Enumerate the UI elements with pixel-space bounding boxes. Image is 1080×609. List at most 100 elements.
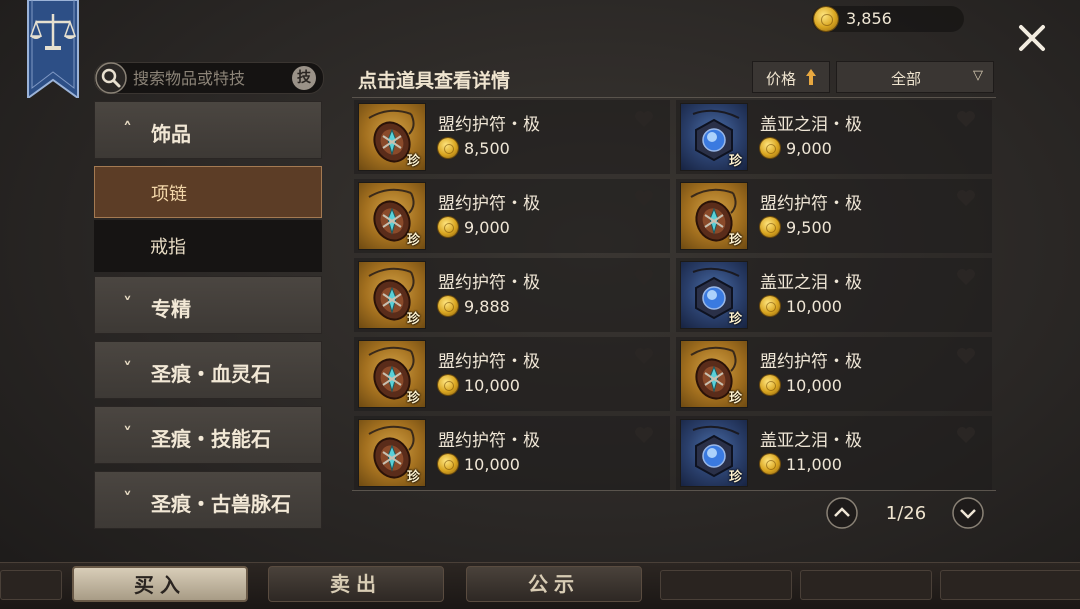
subcategory-label: 项链 <box>151 184 187 205</box>
tab-notice[interactable]: 公示 <box>466 566 642 602</box>
divider <box>352 490 996 491</box>
item-name: 盖亚之泪・极 <box>760 115 862 135</box>
filter-dropdown[interactable]: 全部 ▽ <box>836 61 994 93</box>
blue-gem-icon: 珍 <box>680 103 748 171</box>
item-listing[interactable]: 珍 盟约护符・极 10,000 <box>676 337 992 411</box>
blue-gem-icon: 珍 <box>680 261 748 329</box>
rarity-badge: 珍 <box>729 154 743 169</box>
heart-icon[interactable] <box>956 268 976 286</box>
item-listing[interactable]: 珍 盟约护符・极 9,888 <box>354 258 670 332</box>
item-price: 9,000 <box>786 139 832 158</box>
sort-price-button[interactable]: 价格 <box>752 61 830 93</box>
item-name: 盟约护符・极 <box>760 194 862 214</box>
tab-sell[interactable]: 卖出 <box>268 566 444 602</box>
item-name: 盟约护符・极 <box>438 352 540 372</box>
skill-search-button[interactable]: 技 <box>292 66 316 90</box>
item-name: 盖亚之泪・极 <box>760 431 862 451</box>
gold-coin-icon <box>438 138 458 158</box>
item-price: 10,000 <box>786 297 842 316</box>
category-stigma-skill-stone[interactable]: ˅ 圣痕・技能石 <box>94 406 322 464</box>
item-listing[interactable]: 珍 盖亚之泪・极 9,000 <box>676 100 992 174</box>
heart-icon[interactable] <box>634 110 654 128</box>
heart-icon[interactable] <box>956 426 976 444</box>
rarity-badge: 珍 <box>729 312 743 327</box>
gold-coin-icon <box>760 217 780 237</box>
rarity-badge: 珍 <box>729 470 743 485</box>
rarity-badge: 珍 <box>407 312 421 327</box>
gold-coin-icon <box>438 454 458 474</box>
amulet-icon: 珍 <box>358 103 426 171</box>
subcategory-label: 戒指 <box>150 237 186 258</box>
gold-coin-icon <box>438 217 458 237</box>
heart-icon[interactable] <box>956 189 976 207</box>
item-listing[interactable]: 珍 盟约护符・极 9,000 <box>354 179 670 253</box>
rarity-badge: 珍 <box>407 391 421 406</box>
rarity-badge: 珍 <box>407 470 421 485</box>
category-label: 圣痕・血灵石 <box>151 362 271 386</box>
heart-icon[interactable] <box>956 110 976 128</box>
page-up-button[interactable] <box>826 497 858 529</box>
amulet-icon: 珍 <box>358 419 426 487</box>
amulet-icon: 珍 <box>358 182 426 250</box>
item-price: 10,000 <box>464 376 520 395</box>
heart-icon[interactable] <box>956 347 976 365</box>
item-listing[interactable]: 珍 盟约护符・极 10,000 <box>354 337 670 411</box>
search-input[interactable] <box>133 68 283 88</box>
item-listing[interactable]: 珍 盟约护符・极 10,000 <box>354 416 670 490</box>
ornament-decoration <box>660 570 792 600</box>
heart-icon[interactable] <box>634 189 654 207</box>
category-stigma-blood-stone[interactable]: ˅ 圣痕・血灵石 <box>94 341 322 399</box>
subcategory-necklace[interactable]: 项链 <box>94 166 322 218</box>
gold-coin-icon <box>438 375 458 395</box>
gold-coin-icon <box>760 454 780 474</box>
category-label: 饰品 <box>151 122 191 146</box>
chevron-down-icon: ˅ <box>123 489 132 510</box>
item-listing[interactable]: 珍 盖亚之泪・极 11,000 <box>676 416 992 490</box>
item-price: 10,000 <box>464 455 520 474</box>
item-name: 盟约护符・极 <box>438 194 540 214</box>
heart-icon[interactable] <box>634 268 654 286</box>
category-label: 专精 <box>151 297 191 321</box>
search-bar: 技 <box>94 62 324 94</box>
item-price: 9,888 <box>464 297 510 316</box>
filter-label: 全部 <box>891 70 922 88</box>
scales-banner-icon <box>27 0 79 98</box>
tab-buy[interactable]: 买入 <box>72 566 248 602</box>
rarity-badge: 珍 <box>407 233 421 248</box>
rarity-badge: 珍 <box>407 154 421 169</box>
amulet-icon: 珍 <box>680 182 748 250</box>
heart-icon[interactable] <box>634 426 654 444</box>
currency-amount: 3,856 <box>846 9 892 28</box>
divider <box>352 97 996 98</box>
category-stigma-beast-stone[interactable]: ˅ 圣痕・古兽脉石 <box>94 471 322 529</box>
item-name: 盖亚之泪・极 <box>760 273 862 293</box>
item-listing[interactable]: 珍 盟约护符・极 8,500 <box>354 100 670 174</box>
close-icon[interactable] <box>1016 22 1048 54</box>
item-listing[interactable]: 珍 盟约护符・极 9,500 <box>676 179 992 253</box>
item-name: 盟约护符・极 <box>438 115 540 135</box>
item-price: 10,000 <box>786 376 842 395</box>
chevron-down-icon: ˅ <box>123 359 132 380</box>
gold-coin-icon <box>438 296 458 316</box>
item-name: 盟约护符・极 <box>760 352 862 372</box>
category-label: 圣痕・技能石 <box>151 427 271 451</box>
ornament-decoration <box>940 570 1080 600</box>
item-name: 盟约护符・极 <box>438 273 540 293</box>
item-listing[interactable]: 珍 盖亚之泪・极 10,000 <box>676 258 992 332</box>
category-specialization[interactable]: ˅ 专精 <box>94 276 322 334</box>
page-down-button[interactable] <box>952 497 984 529</box>
chevron-down-icon: ▽ <box>973 68 983 83</box>
chevron-down-icon: ˅ <box>123 294 132 315</box>
item-price: 9,500 <box>786 218 832 237</box>
amulet-icon: 珍 <box>680 340 748 408</box>
page-indicator: 1/26 <box>885 503 927 524</box>
category-accessories[interactable]: ˄ 饰品 <box>94 101 322 159</box>
item-price: 11,000 <box>786 455 842 474</box>
list-title: 点击道具查看详情 <box>358 70 511 92</box>
sort-label: 价格 <box>766 70 797 88</box>
rarity-badge: 珍 <box>729 233 743 248</box>
search-icon[interactable] <box>95 62 127 94</box>
heart-icon[interactable] <box>634 347 654 365</box>
subcategory-ring[interactable]: 戒指 <box>94 220 322 272</box>
item-name: 盟约护符・极 <box>438 431 540 451</box>
